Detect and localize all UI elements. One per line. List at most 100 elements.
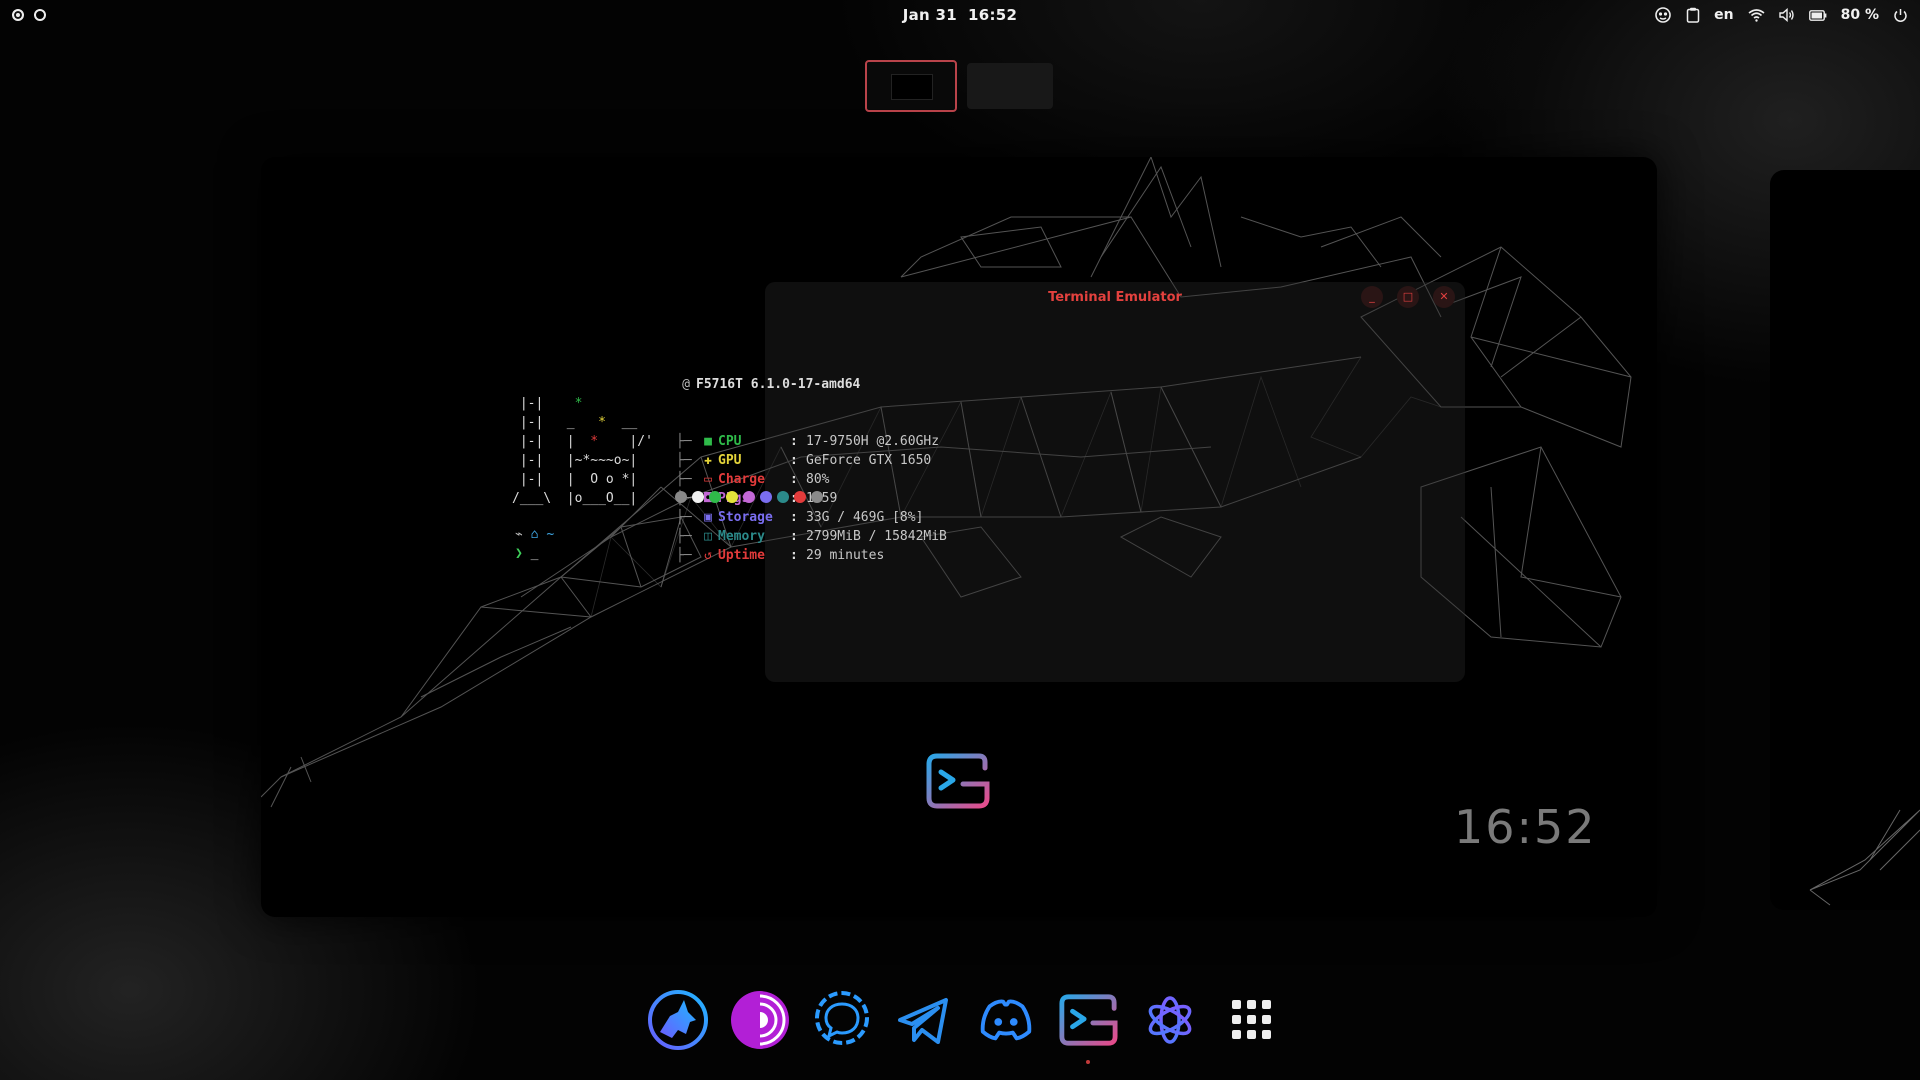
info-value: 2799MiB / 15842MiB [806, 529, 947, 544]
power-icon[interactable] [1893, 8, 1908, 23]
tor-browser-icon[interactable] [730, 990, 790, 1050]
workspace-indicator[interactable] [12, 9, 46, 21]
dock [648, 990, 1282, 1064]
info-row-gpu: ├─ ✚ GPU: GeForce GTX 1650 [676, 451, 947, 470]
prompt-symbol: ❯ [515, 546, 523, 561]
close-button[interactable]: ✕ [1433, 286, 1455, 308]
clipboard-icon[interactable] [1686, 7, 1700, 23]
system-tray[interactable]: en 80 % [1654, 6, 1908, 24]
info-label: Uptime [718, 548, 765, 563]
storage-icon: ▣ [704, 510, 712, 525]
top-bar: Jan 31 16:52 en 80 % [0, 0, 1920, 30]
terminal-icon[interactable] [1058, 990, 1118, 1064]
memory-icon: ◫ [704, 529, 712, 544]
separator: : [790, 434, 798, 449]
info-row-uptime: ├─ ↺ Uptime:29 minutes [676, 546, 947, 565]
ascii-line: |-| | O o *| [512, 472, 638, 487]
prompt-path: ~ [546, 527, 555, 542]
discord-icon[interactable] [976, 990, 1036, 1050]
librewolf-icon[interactable] [648, 990, 708, 1050]
prompt-path-line: ⌁ ⌂ ~ [515, 527, 554, 542]
palette-swatch [811, 491, 823, 503]
uptime-icon: ↺ [704, 548, 712, 563]
keyboard-layout[interactable]: en [1714, 7, 1733, 23]
info-label: GPU [718, 453, 742, 468]
signal-icon[interactable] [812, 990, 872, 1050]
battery-percent: 80 % [1840, 7, 1879, 23]
volume-icon[interactable] [1778, 8, 1795, 22]
host-line: F5716T 6.1.0-17-amd64 [696, 377, 861, 392]
host-row: @ F5716T 6.1.0-17-amd64 [676, 375, 947, 394]
info-label: Storage [718, 510, 773, 525]
chatgpt-icon[interactable] [1140, 990, 1200, 1050]
workspace-thumbnail-1[interactable] [865, 60, 957, 112]
maximize-button[interactable]: □ [1397, 286, 1419, 308]
palette-swatch [794, 491, 806, 503]
separator: : [790, 453, 798, 468]
screenshot-icon[interactable] [1654, 6, 1672, 24]
info-value: 17-9750H @2.60GHz [806, 434, 940, 449]
tree-branch: ├─ [676, 453, 692, 468]
separator: : [790, 510, 798, 525]
info-row-storage: ├─ ▣ Storage:33G / 469G [8%] [676, 508, 947, 527]
palette-swatch [709, 491, 721, 503]
time-text: 16:52 [968, 6, 1018, 24]
debian-icon: @ [682, 377, 690, 392]
tree-branch: ├─ [676, 472, 692, 487]
info-value: 29 minutes [806, 548, 885, 563]
app-grid-icon[interactable] [1222, 990, 1282, 1050]
info-value: 80% [806, 472, 830, 487]
info-label: Memory [718, 529, 765, 544]
date-time[interactable]: Jan 31 16:52 [903, 6, 1018, 24]
tree-branch: ├─ [676, 548, 692, 563]
workspace-thumbnails [865, 60, 1053, 112]
battery-charge-icon: ▭ [704, 472, 712, 487]
ascii-line: /___\ |o___O__| [512, 491, 638, 506]
workspace-thumbnail-2[interactable] [967, 63, 1053, 109]
info-row-cpu: ├─ ■ CPU:17-9750H @2.60GHz [676, 432, 947, 451]
gpu-icon: ✚ [704, 453, 712, 468]
palette-swatch [777, 491, 789, 503]
info-row-memory: ├─ ◫ Memory:2799MiB / 15842MiB [676, 527, 947, 546]
prompt-input-line[interactable]: ❯ _ [515, 546, 538, 561]
wifi-icon[interactable] [1748, 8, 1765, 22]
palette-swatch [692, 491, 704, 503]
tree-branch: ├─ [676, 510, 692, 525]
color-palette [675, 491, 823, 503]
separator: : [790, 529, 798, 544]
palette-swatch [675, 491, 687, 503]
ascii-line: |-| _ * __ [512, 415, 638, 430]
minimize-button[interactable]: _ [1361, 286, 1383, 308]
system-info: @ F5716T 6.1.0-17-amd64 ├─ ■ CPU:17-9750H … [676, 337, 947, 584]
separator: : [790, 548, 798, 563]
separator: : [790, 472, 798, 487]
workspace-dot-2[interactable] [34, 9, 46, 21]
palette-swatch [726, 491, 738, 503]
window-controls: _ □ ✕ [1361, 286, 1455, 308]
date-text: Jan 31 [902, 6, 957, 24]
terminal-title: Terminal Emulator [1048, 290, 1182, 305]
cursor: _ [530, 546, 539, 561]
workspace-clock: 16:52 [1454, 800, 1597, 854]
terminal-app-icon [925, 752, 991, 814]
tree-branch: ├─ [676, 529, 692, 544]
info-label: Charge [718, 472, 765, 487]
ascii-line: |-| |~*~~~o~| [512, 453, 638, 468]
palette-swatch [760, 491, 772, 503]
wireframe-jet-fragment [1809, 809, 1920, 906]
ascii-art: |-| * |-| _ * __ |-| | * |/' |-| |~*~~~o… [512, 375, 653, 527]
running-indicator [1086, 1060, 1090, 1064]
home-icon: ⌂ [530, 527, 539, 542]
info-value: 33G / 469G [8%] [806, 510, 924, 525]
satellite-icon: ⌁ [515, 527, 523, 542]
ascii-line: |-| | * |/' [512, 434, 653, 449]
cpu-icon: ■ [704, 434, 712, 449]
workspace-dot-1[interactable] [12, 9, 24, 21]
battery-icon[interactable] [1808, 9, 1827, 21]
info-label: CPU [718, 434, 742, 449]
telegram-icon[interactable] [894, 990, 954, 1050]
info-value: GeForce GTX 1650 [806, 453, 932, 468]
adjacent-workspace-preview[interactable] [1770, 170, 1920, 910]
tree-branch: ├─ [676, 434, 692, 449]
info-row-charge: ├─ ▭ Charge:80% [676, 470, 947, 489]
